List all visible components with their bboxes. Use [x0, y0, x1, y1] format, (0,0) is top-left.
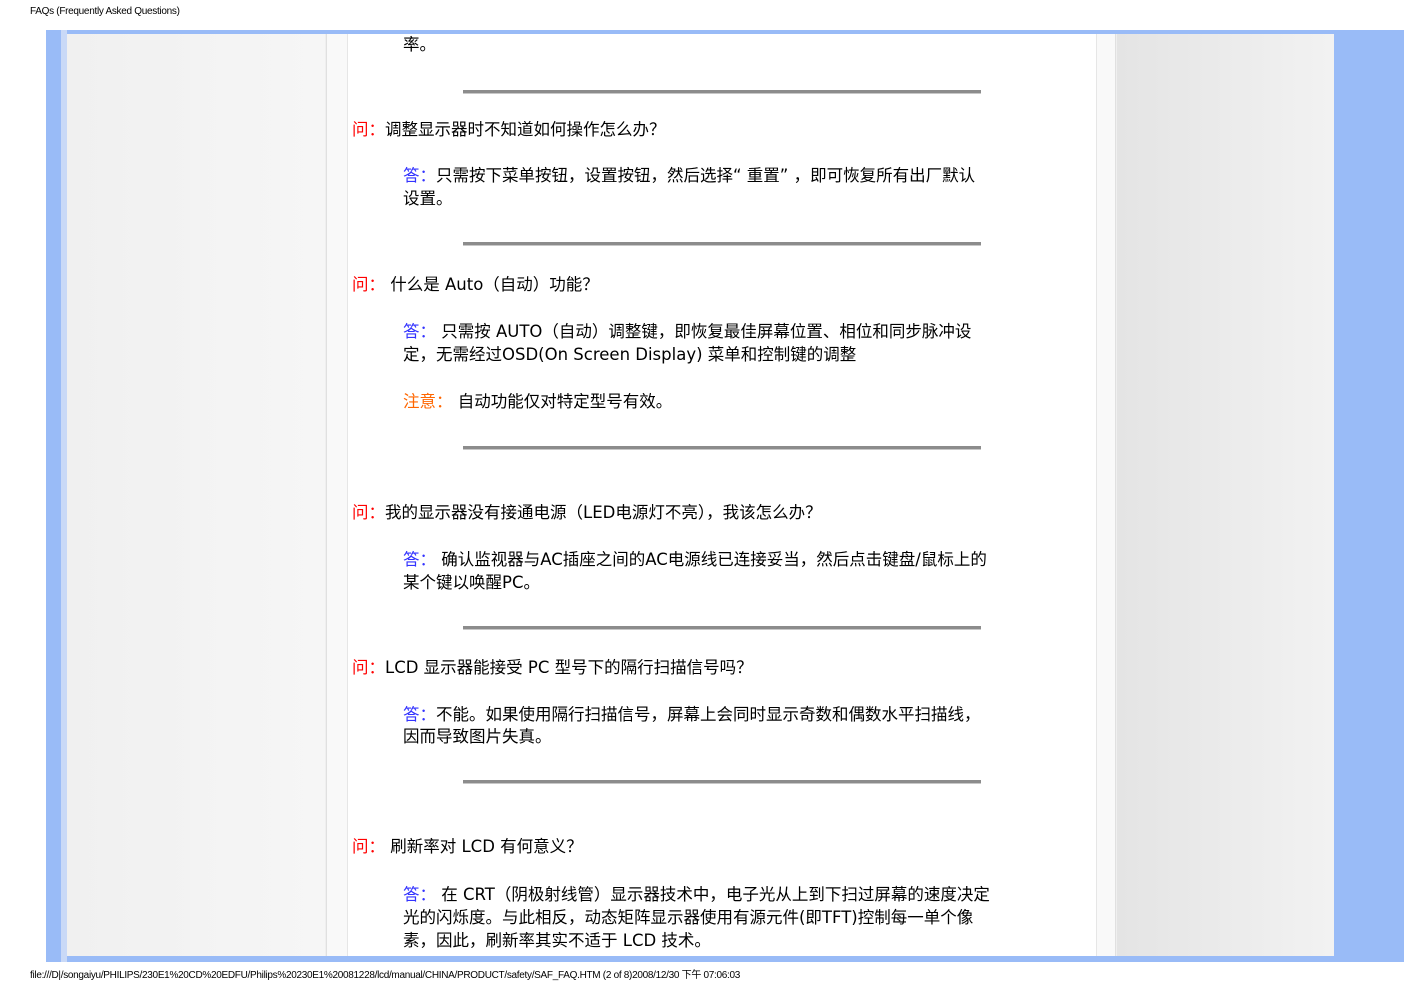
faq-answer-5-line-1: 答： 在 CRT（阴极射线管）显示器技术中，电子光从上到下扫过屏幕的速度决定: [403, 883, 990, 906]
divider: [463, 626, 981, 630]
divider: [463, 446, 981, 450]
faq-answer-5-line-2: 光的闪烁度。与此相反，动态矩阵显示器使用有源元件(即TFT)控制每一单个像: [403, 908, 974, 927]
faq-answer-3-line-1: 答： 确认监视器与AC插座之间的AC电源线已连接妥当，然后点击键盘/鼠标上的: [403, 548, 987, 571]
answer-label: 答：: [403, 550, 436, 569]
faq-answer-2-line-2: 定，无需经过OSD(On Screen Display) 菜单和控制键的调整: [403, 345, 857, 364]
previous-answer-tail: 率。: [403, 35, 436, 54]
answer-text: 确认监视器与AC插座之间的AC电源线已连接妥当，然后点击键盘/鼠标上的: [436, 550, 987, 569]
right-margin: [1117, 34, 1334, 956]
answer-text: 在 CRT（阴极射线管）显示器技术中，电子光从上到下扫过屏幕的速度决定: [436, 885, 990, 904]
divider: [463, 780, 981, 784]
answer-label: 答：: [403, 166, 436, 185]
page-footer-path: file:///D|/songaiyu/PHILIPS/230E1%20CD%2…: [30, 970, 741, 981]
question-text: 刷新率对 LCD 有何意义？: [385, 837, 583, 856]
note-text: 自动功能仅对特定型号有效。: [452, 392, 673, 411]
faq-answer-4-line-2: 因而导致图片失真。: [403, 727, 552, 746]
faq-question-2: 问： 什么是 Auto（自动）功能？: [352, 273, 599, 296]
faq-answer-4-line-1: 答：不能。如果使用隔行扫描信号，屏幕上会同时显示奇数和偶数水平扫描线，: [403, 703, 981, 726]
answer-label: 答：: [403, 322, 436, 341]
question-text: LCD 显示器能接受 PC 型号下的隔行扫描信号吗？: [385, 658, 753, 677]
faq-question-4: 问：LCD 显示器能接受 PC 型号下的隔行扫描信号吗？: [352, 656, 753, 679]
answer-label: 答：: [403, 885, 436, 904]
question-label: 问：: [352, 658, 385, 677]
faq-answer-1-line-2: 设置。: [403, 189, 453, 208]
question-text: 什么是 Auto（自动）功能？: [385, 275, 599, 294]
faq-question-5: 问： 刷新率对 LCD 有何意义？: [352, 835, 583, 858]
divider: [463, 90, 981, 94]
question-text: 调整显示器时不知道如何操作怎么办？: [385, 120, 666, 139]
answer-text: 只需按 AUTO（自动）调整键，即恢复最佳屏幕位置、相位和同步脉冲设: [436, 322, 972, 341]
page-header-title: FAQs (Frequently Asked Questions): [30, 6, 180, 17]
faq-question-1: 问：调整显示器时不知道如何操作怎么办？: [352, 118, 666, 141]
note-label: 注意：: [403, 392, 453, 411]
question-label: 问：: [352, 837, 385, 856]
answer-text: 只需按下菜单按钮，设置按钮，然后选择“ 重置” ，即可恢复所有出厂默认: [436, 166, 976, 185]
faq-answer-2-line-1: 答： 只需按 AUTO（自动）调整键，即恢复最佳屏幕位置、相位和同步脉冲设: [403, 320, 971, 343]
divider: [463, 242, 981, 246]
faq-note-2: 注意： 自动功能仅对特定型号有效。: [403, 390, 672, 413]
answer-label: 答：: [403, 705, 436, 724]
faq-answer-1-line-1: 答：只需按下菜单按钮，设置按钮，然后选择“ 重置” ，即可恢复所有出厂默认: [403, 164, 975, 187]
left-margin: [67, 34, 325, 956]
answer-text: 不能。如果使用隔行扫描信号，屏幕上会同时显示奇数和偶数水平扫描线，: [436, 705, 981, 724]
faq-question-3: 问：我的显示器没有接通电源（LED电源灯不亮），我该怎么办？: [352, 501, 822, 524]
faq-answer-5-line-3: 素，因此，刷新率其实不适于 LCD 技术。: [403, 931, 711, 950]
question-label: 问：: [352, 120, 385, 139]
faq-answer-3-line-2: 某个键以唤醒PC。: [403, 573, 540, 592]
question-label: 问：: [352, 275, 385, 294]
question-text: 我的显示器没有接通电源（LED电源灯不亮），我该怎么办？: [385, 503, 822, 522]
question-label: 问：: [352, 503, 385, 522]
